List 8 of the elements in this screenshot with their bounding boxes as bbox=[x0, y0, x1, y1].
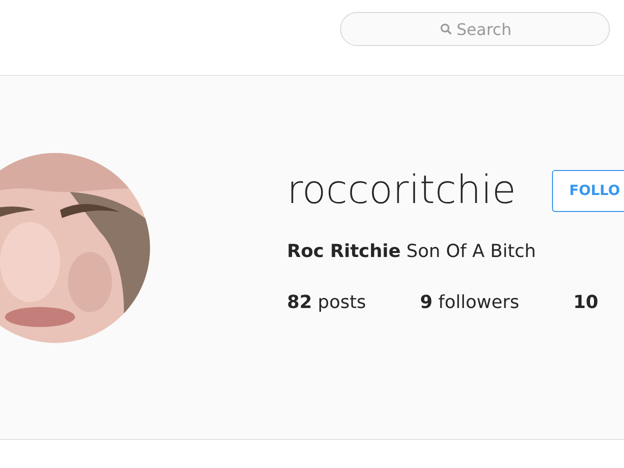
follow-button[interactable]: FOLLO bbox=[552, 170, 624, 212]
profile-bio: Roc Ritchie Son Of A Bitch bbox=[287, 240, 537, 264]
search-icon bbox=[440, 23, 452, 35]
stat-count: 10 bbox=[573, 290, 598, 314]
search-field[interactable]: Search bbox=[340, 12, 610, 46]
username: roccoritchie bbox=[287, 171, 516, 210]
stat-count: 82 posts bbox=[287, 290, 366, 314]
stat-count: 9 followers bbox=[420, 290, 520, 314]
